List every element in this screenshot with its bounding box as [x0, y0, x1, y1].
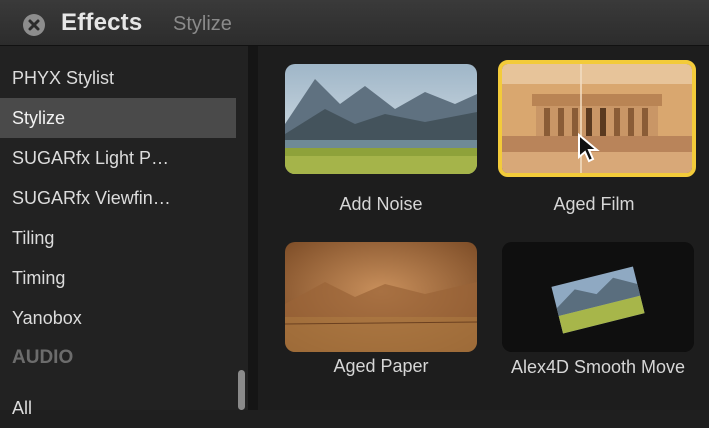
- section-header-audio: AUDIO: [12, 347, 74, 368]
- alex4d-smooth-move-label: Alex4D Smooth Move: [510, 357, 686, 377]
- aged-paper-thumbnail: [285, 242, 477, 352]
- sidebar-item-phyx-stylist[interactable]: PHYX Stylist: [0, 58, 236, 98]
- category-sidebar: PHYX Stylist Stylize SUGARfx Light P… SU…: [0, 46, 248, 418]
- add-noise-thumbnail: [285, 64, 477, 174]
- add-noise-label: Add Noise: [339, 194, 423, 214]
- category-subtitle: Stylize: [173, 13, 232, 35]
- sidebar-item-sugarfx-light[interactable]: SUGARfx Light P…: [0, 138, 236, 178]
- sidebar-scrollbar[interactable]: [238, 370, 245, 410]
- sidebar-item-stylize[interactable]: Stylize: [0, 98, 236, 138]
- sidebar-item-tiling[interactable]: Tiling: [0, 218, 236, 258]
- aged-film-label: Aged Film: [553, 194, 635, 214]
- aged-paper-label: Aged Paper: [333, 356, 429, 376]
- mouse-pointer-icon: [578, 133, 600, 163]
- pane-divider[interactable]: [248, 46, 258, 410]
- effects-grid: Add Noise Aged Film Aged Paper Alex4D Sm…: [258, 46, 709, 410]
- browser-title: Effects: [61, 9, 143, 36]
- sidebar-item-yanobox[interactable]: Yanobox: [0, 298, 236, 338]
- sidebar-item-timing[interactable]: Timing: [0, 258, 236, 298]
- alex4d-smooth-move-thumbnail: [502, 242, 694, 352]
- close-icon[interactable]: [23, 14, 45, 36]
- sidebar-item-all[interactable]: All: [0, 388, 236, 428]
- sidebar-item-sugarfx-viewfinder[interactable]: SUGARfx Viewfin…: [0, 178, 236, 218]
- effects-browser-header: Effects Stylize: [0, 0, 709, 46]
